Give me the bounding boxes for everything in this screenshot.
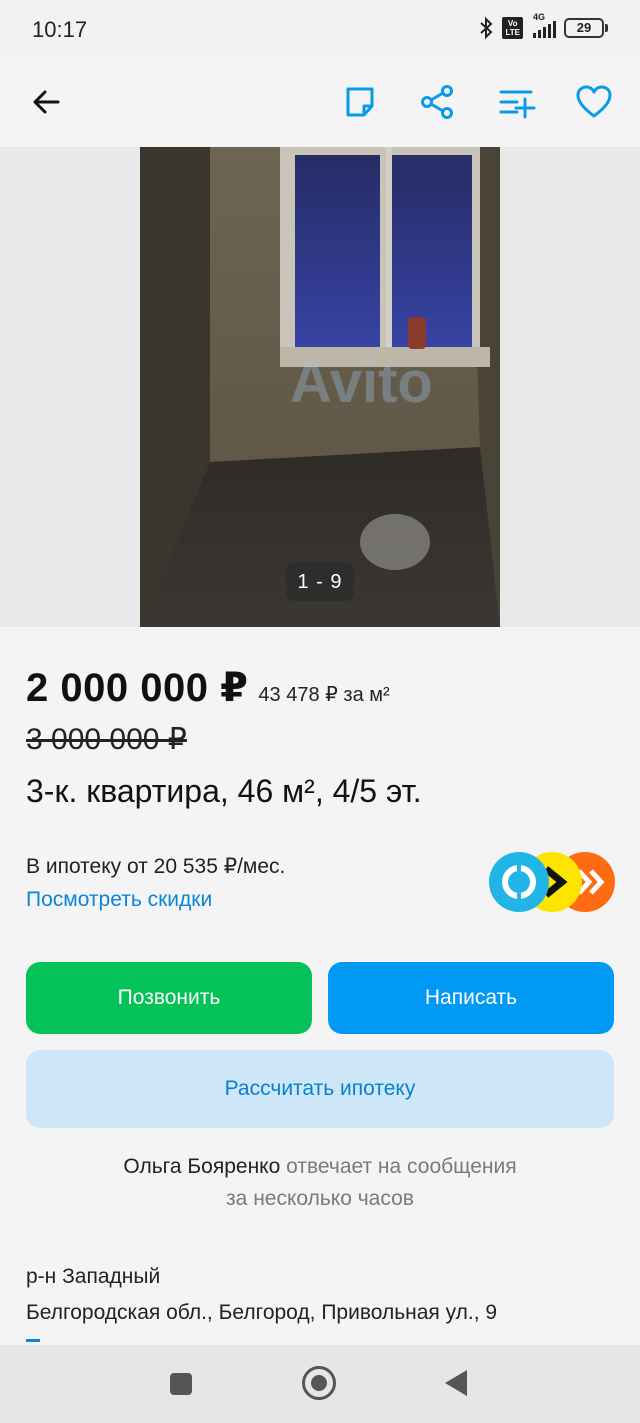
view-discounts-link[interactable]: Посмотреть скидки xyxy=(26,888,212,912)
heart-icon[interactable] xyxy=(574,82,614,122)
seller-line-1: Ольга Бояренко отвечает на сообщения xyxy=(0,1151,640,1183)
listing-photo[interactable]: Avito xyxy=(140,147,500,627)
share-icon[interactable] xyxy=(418,82,458,122)
photo-gallery[interactable]: Avito 1 - 9 xyxy=(0,147,640,627)
bluetooth-icon xyxy=(480,16,493,40)
old-price: 3 000 000 ₽ xyxy=(26,723,187,756)
seller-response-time: за несколько часов xyxy=(226,1187,414,1210)
call-button[interactable]: Позвонить xyxy=(26,962,312,1034)
photo-counter: 1 - 9 xyxy=(286,563,354,601)
nav-back-icon[interactable] xyxy=(445,1370,467,1396)
mortgage-text: В ипотеку от 20 535 ₽/мес. xyxy=(26,855,286,878)
note-icon[interactable] xyxy=(340,82,380,122)
network-type: 4G xyxy=(533,12,546,22)
address: Белгородская обл., Белгород, Привольная … xyxy=(26,1301,498,1324)
back-arrow-icon[interactable] xyxy=(28,84,64,120)
compare-icon[interactable] xyxy=(496,82,536,122)
battery-icon: 29 xyxy=(564,18,608,38)
status-bar: 10:17 Vo LTE 4G 29 xyxy=(0,0,640,58)
district: р-н Западный xyxy=(26,1265,161,1288)
volte-icon: Vo LTE xyxy=(502,17,523,39)
home-icon[interactable] xyxy=(302,1366,336,1400)
system-nav-bar xyxy=(0,1345,640,1423)
status-time: 10:17 xyxy=(32,17,88,42)
listing-title: 3-к. квартира, 46 м², 4/5 эт. xyxy=(26,773,422,809)
price: 2 000 000 ₽ xyxy=(26,666,249,710)
bank-logos-icon[interactable] xyxy=(488,849,618,915)
map-link-partial[interactable] xyxy=(26,1339,40,1342)
signal-icon: 4G xyxy=(531,12,556,38)
watermark-text: Avito xyxy=(290,350,433,415)
calculate-mortgage-button[interactable]: Рассчитать ипотеку xyxy=(26,1050,614,1128)
seller-response-text: отвечает на сообщения xyxy=(286,1155,517,1178)
status-icons: Vo LTE 4G 29 xyxy=(478,12,608,40)
app-bar xyxy=(0,58,640,147)
seller-info: Ольга Бояренко отвечает на сообщения за … xyxy=(0,1151,640,1215)
price-per-m2: 43 478 ₽ за м² xyxy=(258,684,390,706)
write-button[interactable]: Написать xyxy=(328,962,614,1034)
recents-icon[interactable] xyxy=(170,1373,192,1395)
price-row: 2 000 000 ₽ 43 478 ₽ за м² xyxy=(26,665,390,711)
seller-name[interactable]: Ольга Бояренко xyxy=(123,1155,280,1178)
listing-content: 2 000 000 ₽ 43 478 ₽ за м² 3 000 000 ₽ 3… xyxy=(0,627,640,1345)
